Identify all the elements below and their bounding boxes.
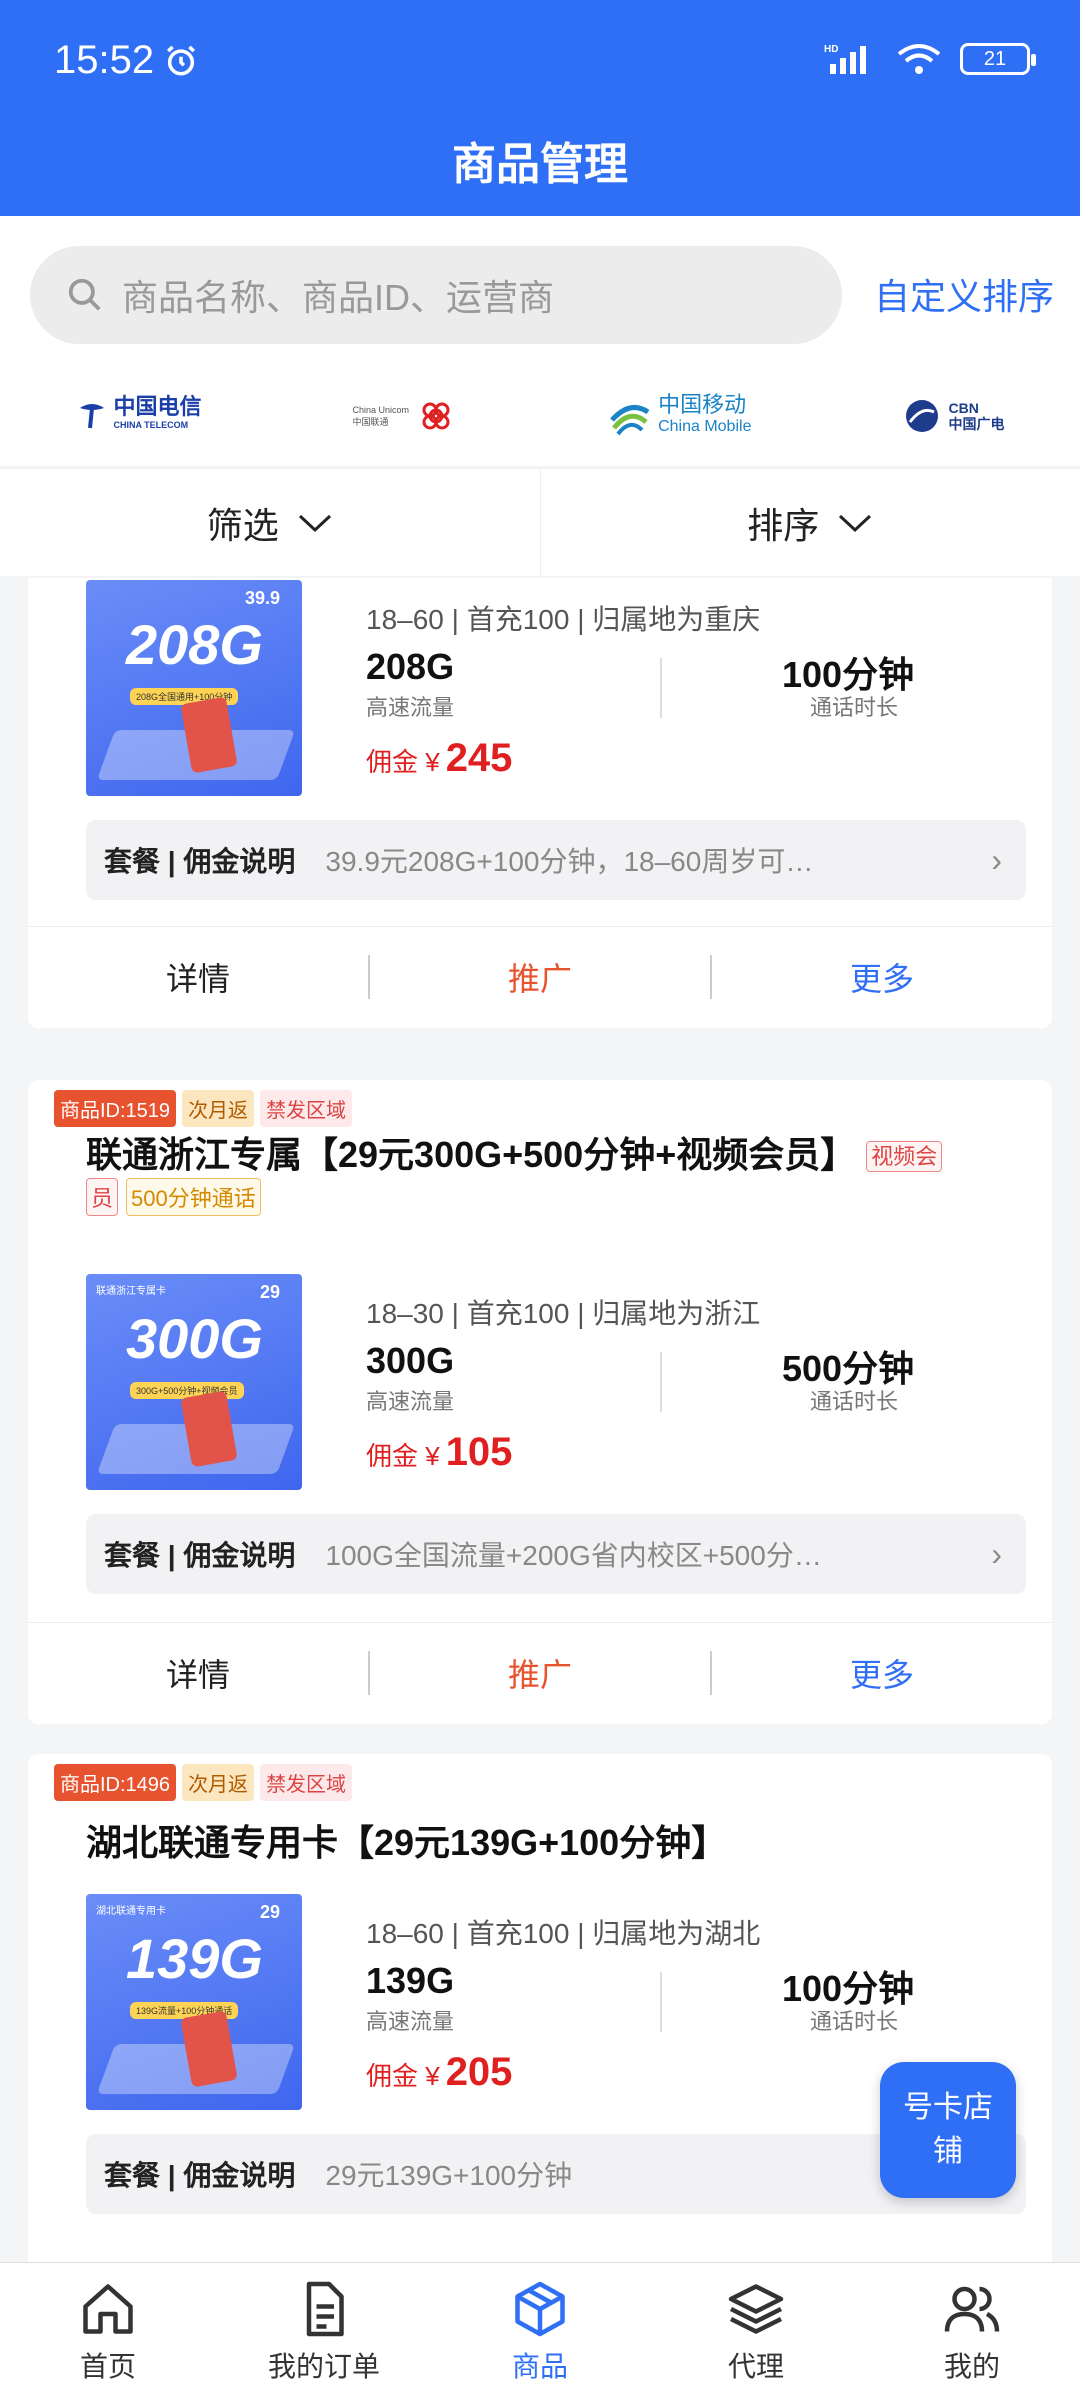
package-info-row[interactable]: 套餐 | 佣金说明 39.9元208G+100分钟，18–60周岁可… › — [86, 820, 1026, 900]
commission: 佣金 ¥ 245 — [366, 736, 513, 780]
next-month-badge: 次月返 — [182, 1764, 255, 1801]
document-icon — [306, 2281, 344, 2336]
minutes-label: 通话时长 — [810, 2009, 899, 2034]
home-icon — [83, 2283, 133, 2334]
page-title: 商品管理 — [452, 140, 628, 189]
search-icon — [68, 278, 101, 311]
alarm-icon — [167, 45, 196, 76]
sort-dropdown[interactable]: 排序 — [539, 469, 1080, 576]
next-month-badge: 次月返 — [182, 1090, 255, 1127]
data-label: 高速流量 — [366, 2009, 455, 2034]
carrier-filter: 中国电信 CHINA TELECOM China Unicom 中国联通 中国移… — [0, 366, 1080, 466]
chevron-right-icon: › — [991, 841, 1002, 878]
svg-text:HD: HD — [824, 44, 838, 55]
telecom-logo-icon — [79, 404, 104, 429]
tab-mine[interactable]: 我的 — [864, 2263, 1080, 2400]
layers-icon — [728, 2283, 784, 2334]
bottom-tab-bar: 首页 我的订单 商品 代理 我的 — [0, 2262, 1080, 2400]
promote-button[interactable]: 推广 — [370, 954, 710, 1000]
battery-indicator: 21 — [960, 43, 1036, 75]
minutes-label: 通话时长 — [810, 695, 899, 720]
box-icon — [515, 2281, 565, 2336]
more-button[interactable]: 更多 — [712, 1650, 1052, 1696]
chevron-down-icon — [298, 514, 331, 532]
wifi-icon — [897, 44, 941, 74]
product-id-badge: 商品ID:1519 — [54, 1090, 177, 1127]
tab-home[interactable]: 首页 — [0, 2263, 216, 2400]
search-placeholder: 商品名称、商品ID、运营商 — [122, 277, 555, 318]
custom-sort-link[interactable]: 自定义排序 — [874, 268, 1054, 320]
filter-bar: 筛选 排序 — [0, 468, 1080, 576]
commission: 佣金 ¥ 205 — [366, 2050, 513, 2094]
status-icons: HD 21 — [824, 42, 1036, 76]
mobile-logo-icon — [610, 405, 650, 436]
card-actions: 详情 推广 更多 — [28, 1622, 1052, 1722]
more-button[interactable]: 更多 — [712, 954, 1052, 1000]
product-image[interactable]: 联通浙江专属卡 29 300G 300G+500分钟+视频会员 — [86, 1274, 302, 1490]
tab-orders[interactable]: 我的订单 — [216, 2263, 432, 2400]
video-member-tag: 视频会 — [866, 1141, 943, 1173]
product-spec: 18–30 | 首充100 | 归属地为浙江 — [366, 1298, 761, 1329]
cbn-logo-icon — [906, 400, 939, 432]
package-info-row[interactable]: 套餐 | 佣金说明 100G全国流量+200G省内校区+500分… › — [86, 1514, 1026, 1594]
product-card: 39.9 208G 208G全国通用+100分钟 18–60 | 首充100 |… — [28, 578, 1052, 1028]
signal-icon: HD — [824, 44, 866, 74]
search-input[interactable]: 商品名称、商品ID、运营商 — [30, 246, 842, 344]
detail-button[interactable]: 详情 — [28, 1650, 368, 1696]
product-image[interactable]: 湖北联通专用卡 29 139G 139G流量+100分钟通话 — [86, 1894, 302, 2110]
filter-dropdown[interactable]: 筛选 — [0, 469, 540, 576]
product-tags: 商品ID:1519 次月返 禁发区域 — [54, 1090, 353, 1127]
product-id-badge: 商品ID:1496 — [54, 1764, 177, 1801]
carrier-telecom[interactable]: 中国电信 CHINA TELECOM — [76, 396, 202, 434]
card-shop-button[interactable]: 号卡店铺 — [880, 2062, 1016, 2198]
restricted-area-badge: 禁发区域 — [260, 1764, 353, 1801]
data-label: 高速流量 — [366, 1389, 455, 1414]
carrier-mobile[interactable]: 中国移动 China Mobile — [608, 394, 751, 438]
commission: 佣金 ¥ 105 — [366, 1430, 513, 1474]
title-tags-row: 员 500分钟通话 — [86, 1178, 261, 1216]
restricted-area-badge: 禁发区域 — [260, 1090, 353, 1127]
search-section: 商品名称、商品ID、运营商 自定义排序 中国电信 CHINA TELECOM C… — [0, 216, 1080, 466]
product-spec: 18–60 | 首充100 | 归属地为湖北 — [366, 1918, 761, 1949]
chevron-right-icon: › — [991, 1535, 1002, 1572]
data-amount: 208G — [366, 646, 455, 687]
detail-button[interactable]: 详情 — [28, 954, 368, 1000]
product-tags: 商品ID:1496 次月返 禁发区域 — [54, 1764, 353, 1801]
minutes-label: 通话时长 — [810, 1389, 899, 1414]
promote-button[interactable]: 推广 — [370, 1650, 710, 1696]
product-title[interactable]: 联通浙江专属【29元300G+500分钟+视频会员】 视频会 — [86, 1130, 1026, 1182]
data-label: 高速流量 — [366, 695, 455, 720]
product-title[interactable]: 湖北联通专用卡【29元139G+100分钟】 — [86, 1818, 727, 1868]
product-spec: 18–60 | 首充100 | 归属地为重庆 — [366, 604, 761, 635]
tab-agent[interactable]: 代理 — [648, 2263, 864, 2400]
product-list[interactable]: 39.9 208G 208G全国通用+100分钟 18–60 | 首充100 |… — [0, 578, 1080, 2262]
data-amount: 300G — [366, 1340, 455, 1381]
tab-products[interactable]: 商品 — [432, 2263, 648, 2400]
card-actions: 详情 推广 更多 — [28, 926, 1052, 1026]
product-card: 商品ID:1519 次月返 禁发区域 联通浙江专属【29元300G+500分钟+… — [28, 1080, 1052, 1724]
app-header: 15:52 HD 21 商品管理 — [0, 0, 1080, 216]
call-minutes-tag: 500分钟通话 — [126, 1178, 261, 1216]
product-image[interactable]: 39.9 208G 208G全国通用+100分钟 — [86, 580, 302, 796]
chevron-down-icon — [839, 514, 872, 532]
carrier-unicom[interactable]: China Unicom 中国联通 — [353, 395, 458, 437]
users-icon — [944, 2286, 1000, 2332]
data-amount: 139G — [366, 1960, 455, 2001]
carrier-cbn[interactable]: CBN 中国广电 — [902, 396, 1004, 436]
status-time: 15:52 — [54, 38, 198, 83]
unicom-logo-icon — [422, 402, 450, 430]
